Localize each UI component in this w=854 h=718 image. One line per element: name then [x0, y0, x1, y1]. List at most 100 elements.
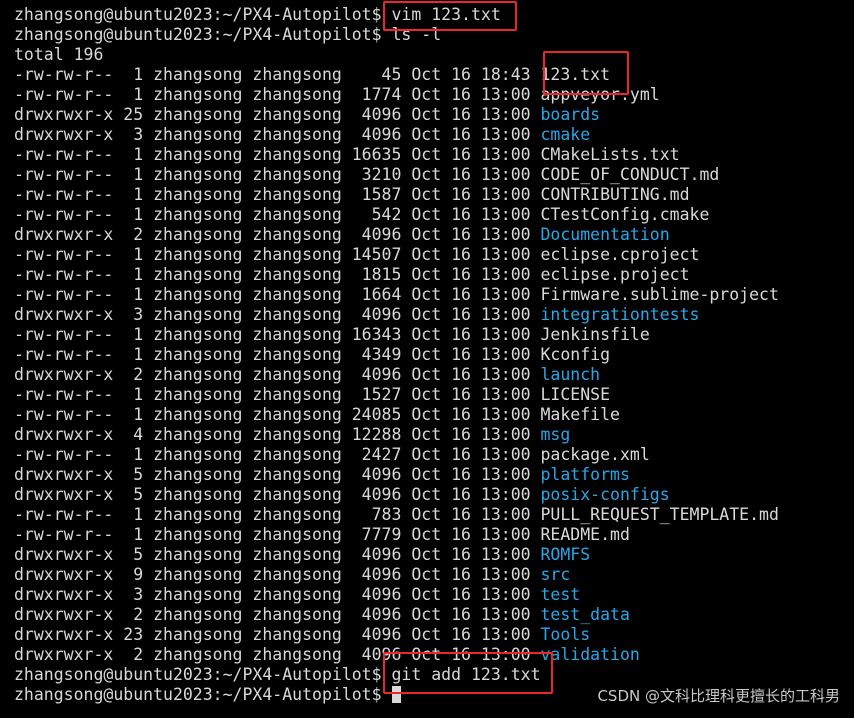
directory-listing: -rw-rw-r-- 1 zhangsong zhangsong 45 Oct … [14, 65, 854, 665]
text-cursor [391, 686, 401, 703]
file-metadata: -rw-rw-r-- 1 zhangsong zhangsong 7779 Oc… [14, 525, 541, 544]
file-metadata: -rw-rw-r-- 1 zhangsong zhangsong 1527 Oc… [14, 385, 541, 404]
listing-row: -rw-rw-r-- 1 zhangsong zhangsong 2427 Oc… [14, 445, 854, 465]
listing-row: drwxrwxr-x 2 zhangsong zhangsong 4096 Oc… [14, 225, 854, 245]
listing-row: -rw-rw-r-- 1 zhangsong zhangsong 1587 Oc… [14, 185, 854, 205]
file-name: eclipse.cproject [540, 245, 700, 264]
shell-prompt: zhangsong@ubuntu2023:~/PX4-Autopilot$ [14, 25, 382, 44]
listing-row: -rw-rw-r-- 1 zhangsong zhangsong 1664 Oc… [14, 285, 854, 305]
file-name: Firmware.sublime-project [540, 285, 779, 304]
file-metadata: drwxrwxr-x 5 zhangsong zhangsong 4096 Oc… [14, 465, 541, 484]
listing-row: drwxrwxr-x 2 zhangsong zhangsong 4096 Oc… [14, 605, 854, 625]
terminal-line-git-add: zhangsong@ubuntu2023:~/PX4-Autopilot$ gi… [14, 665, 854, 685]
file-name: Jenkinsfile [540, 325, 650, 344]
file-name: Kconfig [540, 345, 611, 364]
directory-name: boards [540, 105, 601, 124]
shell-prompt: zhangsong@ubuntu2023:~/PX4-Autopilot$ [14, 5, 382, 24]
ls-total: total 196 [14, 45, 104, 64]
file-name: LICENSE [540, 385, 611, 404]
file-metadata: -rw-rw-r-- 1 zhangsong zhangsong 4349 Oc… [14, 345, 541, 364]
file-metadata: -rw-rw-r-- 1 zhangsong zhangsong 783 Oct… [14, 505, 541, 524]
listing-row: drwxrwxr-x 5 zhangsong zhangsong 4096 Oc… [14, 465, 854, 485]
csdn-watermark: CSDN @文科比理科更擅长的工科男 [597, 687, 840, 705]
file-metadata: drwxrwxr-x 5 zhangsong zhangsong 4096 Oc… [14, 545, 541, 564]
terminal-window[interactable]: zhangsong@ubuntu2023:~/PX4-Autopilot$ vi… [0, 0, 854, 718]
file-metadata: drwxrwxr-x 3 zhangsong zhangsong 4096 Oc… [14, 305, 541, 324]
file-metadata: -rw-rw-r-- 1 zhangsong zhangsong 16635 O… [14, 145, 541, 164]
file-metadata: drwxrwxr-x 2 zhangsong zhangsong 4096 Oc… [14, 365, 541, 384]
listing-row: drwxrwxr-x 3 zhangsong zhangsong 4096 Oc… [14, 125, 854, 145]
listing-row: drwxrwxr-x 23 zhangsong zhangsong 4096 O… [14, 625, 854, 645]
directory-name: msg [540, 425, 571, 444]
file-metadata: drwxrwxr-x 9 zhangsong zhangsong 4096 Oc… [14, 565, 541, 584]
file-metadata: -rw-rw-r-- 1 zhangsong zhangsong 14507 O… [14, 245, 541, 264]
file-name: Makefile [540, 405, 620, 424]
listing-row: drwxrwxr-x 25 zhangsong zhangsong 4096 O… [14, 105, 854, 125]
listing-row: drwxrwxr-x 3 zhangsong zhangsong 4096 Oc… [14, 305, 854, 325]
file-metadata: drwxrwxr-x 2 zhangsong zhangsong 4096 Oc… [14, 645, 541, 664]
file-metadata: drwxrwxr-x 4 zhangsong zhangsong 12288 O… [14, 425, 541, 444]
listing-row: -rw-rw-r-- 1 zhangsong zhangsong 4349 Oc… [14, 345, 854, 365]
file-metadata: drwxrwxr-x 2 zhangsong zhangsong 4096 Oc… [14, 225, 541, 244]
terminal-line-vim: zhangsong@ubuntu2023:~/PX4-Autopilot$ vi… [14, 5, 854, 25]
listing-row: -rw-rw-r-- 1 zhangsong zhangsong 24085 O… [14, 405, 854, 425]
file-metadata: drwxrwxr-x 25 zhangsong zhangsong 4096 O… [14, 105, 541, 124]
directory-name: validation [540, 645, 640, 664]
listing-row: -rw-rw-r-- 1 zhangsong zhangsong 1774 Oc… [14, 85, 854, 105]
file-name: eclipse.project [540, 265, 690, 284]
listing-row: drwxrwxr-x 2 zhangsong zhangsong 4096 Oc… [14, 365, 854, 385]
file-metadata: -rw-rw-r-- 1 zhangsong zhangsong 2427 Oc… [14, 445, 541, 464]
listing-row: -rw-rw-r-- 1 zhangsong zhangsong 3210 Oc… [14, 165, 854, 185]
command-text: git add 123.txt [391, 665, 541, 684]
file-name: README.md [540, 525, 630, 544]
listing-row: -rw-rw-r-- 1 zhangsong zhangsong 542 Oct… [14, 205, 854, 225]
directory-name: src [540, 565, 571, 584]
listing-row: -rw-rw-r-- 1 zhangsong zhangsong 14507 O… [14, 245, 854, 265]
file-name: package.xml [540, 445, 650, 464]
listing-row: drwxrwxr-x 9 zhangsong zhangsong 4096 Oc… [14, 565, 854, 585]
listing-row: drwxrwxr-x 5 zhangsong zhangsong 4096 Oc… [14, 485, 854, 505]
directory-name: cmake [540, 125, 591, 144]
file-metadata: -rw-rw-r-- 1 zhangsong zhangsong 1815 Oc… [14, 265, 541, 284]
file-name: CMakeLists.txt [540, 145, 680, 164]
file-metadata: -rw-rw-r-- 1 zhangsong zhangsong 16343 O… [14, 325, 541, 344]
command-text: vim 123.txt [391, 5, 501, 24]
file-name: CODE_OF_CONDUCT.md [540, 165, 720, 184]
command-text: ls -l [391, 25, 442, 44]
directory-name: test [540, 585, 581, 604]
listing-row: -rw-rw-r-- 1 zhangsong zhangsong 45 Oct … [14, 65, 854, 85]
directory-name: posix-configs [540, 485, 670, 504]
listing-row: -rw-rw-r-- 1 zhangsong zhangsong 783 Oct… [14, 505, 854, 525]
directory-name: Documentation [540, 225, 670, 244]
file-metadata: -rw-rw-r-- 1 zhangsong zhangsong 24085 O… [14, 405, 541, 424]
listing-row: -rw-rw-r-- 1 zhangsong zhangsong 16635 O… [14, 145, 854, 165]
directory-name: launch [540, 365, 601, 384]
listing-row: drwxrwxr-x 3 zhangsong zhangsong 4096 Oc… [14, 585, 854, 605]
file-name: PULL_REQUEST_TEMPLATE.md [540, 505, 779, 524]
directory-name: Tools [540, 625, 591, 644]
directory-name: test_data [540, 605, 630, 624]
directory-name: integrationtests [540, 305, 700, 324]
file-name: appveyor.yml [540, 85, 660, 104]
shell-prompt: zhangsong@ubuntu2023:~/PX4-Autopilot$ [14, 665, 382, 684]
file-metadata: -rw-rw-r-- 1 zhangsong zhangsong 1664 Oc… [14, 285, 541, 304]
listing-row: drwxrwxr-x 2 zhangsong zhangsong 4096 Oc… [14, 645, 854, 665]
file-metadata: drwxrwxr-x 23 zhangsong zhangsong 4096 O… [14, 625, 541, 644]
terminal-line-ls: zhangsong@ubuntu2023:~/PX4-Autopilot$ ls… [14, 25, 854, 45]
file-metadata: drwxrwxr-x 3 zhangsong zhangsong 4096 Oc… [14, 125, 541, 144]
file-metadata: drwxrwxr-x 5 zhangsong zhangsong 4096 Oc… [14, 485, 541, 504]
file-name: CTestConfig.cmake [540, 205, 710, 224]
listing-row: -rw-rw-r-- 1 zhangsong zhangsong 1815 Oc… [14, 265, 854, 285]
file-metadata: -rw-rw-r-- 1 zhangsong zhangsong 45 Oct … [14, 65, 541, 84]
file-metadata: -rw-rw-r-- 1 zhangsong zhangsong 3210 Oc… [14, 165, 541, 184]
file-name: CONTRIBUTING.md [540, 185, 690, 204]
listing-row: drwxrwxr-x 4 zhangsong zhangsong 12288 O… [14, 425, 854, 445]
file-metadata: drwxrwxr-x 2 zhangsong zhangsong 4096 Oc… [14, 605, 541, 624]
directory-name: platforms [540, 465, 630, 484]
directory-name: ROMFS [540, 545, 591, 564]
file-metadata: -rw-rw-r-- 1 zhangsong zhangsong 1587 Oc… [14, 185, 541, 204]
file-name: 123.txt [540, 65, 611, 84]
listing-row: drwxrwxr-x 5 zhangsong zhangsong 4096 Oc… [14, 545, 854, 565]
file-metadata: -rw-rw-r-- 1 zhangsong zhangsong 1774 Oc… [14, 85, 541, 104]
file-metadata: -rw-rw-r-- 1 zhangsong zhangsong 542 Oct… [14, 205, 541, 224]
